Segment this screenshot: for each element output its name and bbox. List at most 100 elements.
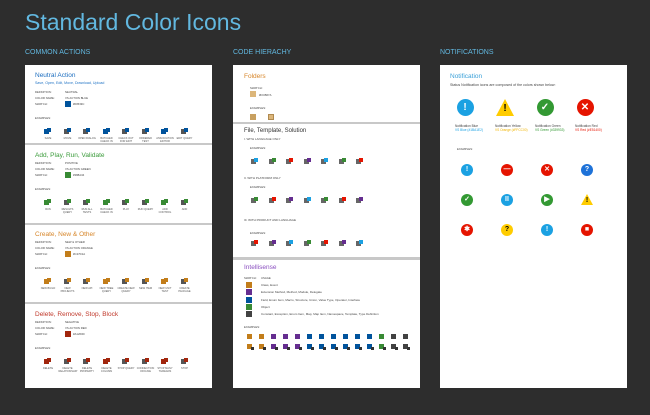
- status-icon: ■: [581, 224, 593, 236]
- intellisense-icon: [379, 333, 386, 340]
- icon-overlay: [263, 347, 266, 350]
- icon-overlay: [275, 347, 278, 350]
- field-value: NEW & OTHER: [65, 240, 85, 244]
- status-icon: ?: [581, 164, 593, 176]
- examples-label: EXAMPLES:: [457, 147, 473, 151]
- icon-accent: [105, 199, 110, 203]
- icon-accent: [86, 199, 90, 203]
- field-label: DEFINITION:: [35, 320, 52, 324]
- delete-relationship-icon: [63, 358, 71, 365]
- status-icon: ?: [501, 224, 513, 236]
- icon-label: Stop Many Threads: [157, 367, 173, 373]
- folder-icon: [250, 114, 256, 120]
- section-title: Create, New & Other: [35, 231, 96, 238]
- intellisense-icon: [343, 333, 350, 340]
- icon-accent: [164, 278, 168, 282]
- file-type-icon: [268, 197, 276, 204]
- file-type-icon: [286, 240, 293, 247]
- icon-accent: [289, 158, 293, 162]
- intellisense-icon: [379, 343, 386, 350]
- examples-label: EXAMPLES:: [250, 146, 266, 150]
- icon-label: Create Package: [178, 287, 191, 293]
- intellisense-icon: [259, 343, 266, 350]
- field-label: COLOR NAME:: [35, 96, 55, 100]
- intellisense-icon: [403, 333, 410, 340]
- icon-overlay: [311, 347, 314, 350]
- file-type-icon: [356, 158, 363, 165]
- field-value: VS ACTION RED: [65, 326, 87, 330]
- file-type-icon: [268, 158, 276, 165]
- file-type-icon: [303, 158, 311, 165]
- icon-overlay: [335, 347, 338, 350]
- file-type-icon: [286, 158, 293, 165]
- new-item-icon: [141, 278, 149, 285]
- icon-accent: [86, 358, 90, 362]
- section-title: Add, Play, Run, Validate: [35, 152, 105, 159]
- field-label: SWATCH:: [35, 102, 48, 106]
- file-type-icon: [321, 197, 328, 204]
- icon-label: New Projects: [60, 287, 75, 293]
- icon-accent: [359, 158, 363, 162]
- icon-label: Run: [45, 208, 51, 211]
- icon-accent: [47, 128, 51, 132]
- batched-check-in-icon: [102, 199, 110, 206]
- delete-column-icon: [102, 358, 110, 365]
- intellisense-title: Intellisense: [244, 264, 277, 271]
- page-title: Standard Color Icons: [25, 9, 242, 35]
- icon-label: New Build: [40, 287, 56, 290]
- section-common-actions: COMMON ACTIONS: [25, 49, 91, 56]
- color-swatch: [65, 331, 71, 337]
- intellisense-usage: Class, Event: [261, 283, 278, 287]
- icon-label: Stop: [180, 367, 188, 370]
- icon-accent: [164, 358, 168, 362]
- intellisense-icon: [331, 333, 338, 340]
- icon-body: [271, 334, 276, 339]
- run-query-icon: [141, 199, 149, 206]
- icon-accent: [47, 278, 51, 282]
- intellisense-icon: [307, 343, 314, 350]
- intellisense-usage: Extension Method, Method, Module, Delega…: [261, 290, 322, 295]
- file-type-icon: [338, 240, 346, 247]
- color-swatch: [65, 101, 71, 107]
- intellisense-icon: [295, 343, 302, 350]
- file-template-title: File, Template, Solution: [244, 128, 307, 134]
- create-package-icon: [180, 278, 188, 285]
- notifications-panel: Notification Status Notification icons a…: [440, 65, 627, 388]
- results-query-icon: [63, 199, 71, 206]
- icon-accent: [66, 358, 71, 362]
- status-icon: —: [501, 164, 513, 176]
- status-icon: ▶: [541, 194, 553, 206]
- notification-blue-icon: !: [456, 99, 474, 116]
- icon-label: Run Query: [137, 208, 154, 211]
- icon-overlay: [323, 347, 326, 350]
- field-value: VS ACTION GREEN: [65, 167, 91, 171]
- status-icon: ✕: [541, 164, 553, 176]
- field-label: DEFINITION:: [35, 90, 52, 94]
- section-code-hierarchy: CODE HIERACHY: [233, 49, 292, 56]
- icon-accent: [125, 128, 129, 132]
- file-type-icon: [356, 197, 363, 204]
- new-tree-query-icon: [102, 278, 110, 285]
- action-section: Delete, Remove, Stop, Block DEFINITION: NE…: [25, 304, 212, 382]
- icon-label: Batched Check In: [100, 208, 113, 214]
- icon-accent: [125, 199, 129, 203]
- section-title: Delete, Remove, Stop, Block: [35, 311, 119, 318]
- section-notifications: NOTIFICATIONS: [440, 49, 494, 56]
- icon-accent: [289, 197, 293, 201]
- usage-header: USAGE: [261, 276, 271, 280]
- icon-accent: [66, 278, 71, 282]
- icon-accent: [164, 199, 168, 203]
- add-icon: [180, 199, 188, 206]
- icon-overlay: [287, 347, 290, 350]
- file-type-icon: [338, 158, 346, 165]
- ordered-test-icon: [141, 128, 149, 135]
- file-type-icon: [338, 197, 346, 204]
- folder-open-icon: [268, 114, 274, 120]
- file-type-icon: [251, 197, 258, 204]
- delete-property-icon: [83, 358, 90, 365]
- field-value: NEGATIVE: [65, 320, 79, 324]
- icon-label: Delete Relationship: [58, 367, 78, 373]
- check-out-for-edit-icon: [122, 128, 129, 135]
- connection-offline-icon: [141, 358, 149, 365]
- status-icon: !: [541, 224, 553, 236]
